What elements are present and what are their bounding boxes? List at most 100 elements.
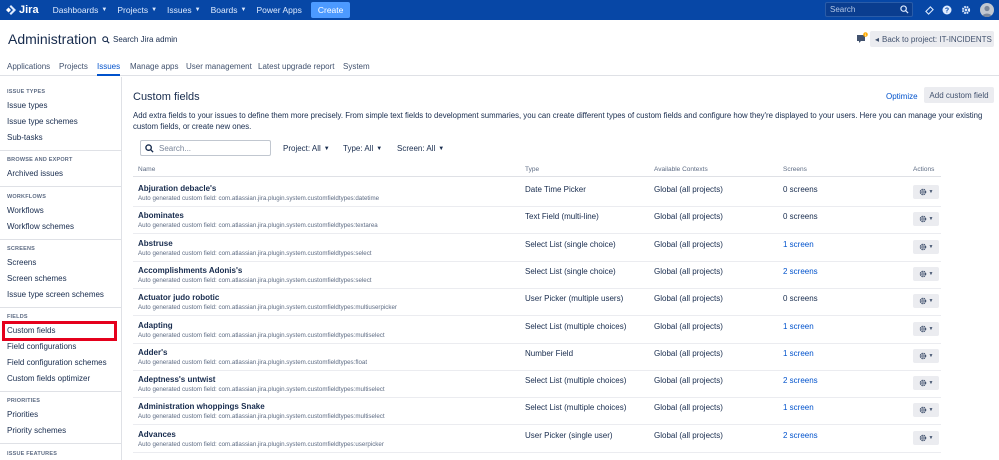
create-button[interactable]: Create: [310, 2, 351, 18]
gear-icon: [919, 243, 926, 250]
sidebar-item-field-configuration-schemes[interactable]: Field configuration schemes: [7, 358, 107, 367]
tab-user-management[interactable]: User management: [186, 62, 252, 76]
tab-system[interactable]: System: [343, 62, 370, 76]
nav-issues[interactable]: Issues ▼: [167, 5, 201, 15]
actions-menu-button[interactable]: ▼: [913, 239, 939, 254]
sidebar-divider: [0, 307, 121, 308]
field-screens[interactable]: 1 screen: [783, 403, 814, 412]
field-screens[interactable]: 2 screens: [783, 431, 818, 440]
nav-power-apps[interactable]: Power Apps: [256, 5, 301, 15]
field-name-link[interactable]: Accomplishments Adonis's: [138, 266, 242, 275]
jira-logo[interactable]: Jira: [6, 4, 39, 16]
table-row: Abjuration debacle's Auto generated custo…: [133, 180, 941, 207]
actions-menu-button[interactable]: ▼: [913, 185, 939, 199]
field-name-link[interactable]: Advances: [138, 430, 176, 439]
field-type: Select List (multiple choices): [525, 403, 627, 413]
sidebar-item-archived-issues[interactable]: Archived issues: [7, 169, 63, 178]
field-name-link[interactable]: Adapting: [138, 321, 173, 330]
tab-manage-apps[interactable]: Manage apps: [130, 62, 178, 76]
sidebar-item-issue-type-schemes[interactable]: Issue type schemes: [7, 117, 78, 126]
field-screens[interactable]: 2 screens: [783, 267, 818, 276]
sidebar-item-field-configurations[interactable]: Field configurations: [7, 342, 76, 351]
nav-boards[interactable]: Boards ▼: [211, 5, 247, 15]
sidebar-item-screen-schemes[interactable]: Screen schemes: [7, 274, 67, 283]
global-search-input[interactable]: Search: [825, 2, 913, 17]
gear-icon: [919, 379, 926, 387]
project-filter[interactable]: Project: All ▼: [283, 144, 330, 153]
field-screens[interactable]: 1 screen: [783, 349, 814, 358]
type-filter[interactable]: Type: All ▼: [343, 144, 382, 153]
admin-search[interactable]: Search Jira admin: [102, 35, 177, 44]
back-to-project-button[interactable]: ◂ Back to project: IT-INCIDENTS: [870, 31, 994, 47]
sidebar-item-custom-fields-optimizer[interactable]: Custom fields optimizer: [7, 374, 90, 383]
nav-dashboards[interactable]: Dashboards ▼: [53, 5, 108, 15]
actions-menu-button[interactable]: ▼: [913, 403, 939, 418]
field-contexts: Global (all projects): [654, 321, 723, 331]
chevron-down-icon: ▼: [151, 7, 158, 13]
chevron-down-icon: ▼: [928, 407, 934, 414]
field-screens[interactable]: 1 screen: [783, 322, 814, 331]
sidebar-item-issue-type-screen-schemes[interactable]: Issue type screen schemes: [7, 290, 104, 299]
table-row: Accomplishments Adonis's Auto generated c…: [133, 262, 941, 289]
sidebar-item-workflow-schemes[interactable]: Workflow schemes: [7, 222, 74, 231]
field-name-link[interactable]: Abominates: [138, 211, 184, 220]
actions-menu-button[interactable]: ▼: [913, 266, 939, 281]
actions-menu-button[interactable]: ▼: [913, 294, 939, 309]
actions-menu-button[interactable]: ▼: [913, 430, 939, 445]
table-row: Advances Auto generated custom field: com…: [133, 426, 941, 453]
table-header-divider: [133, 176, 941, 177]
gear-icon: [919, 188, 926, 196]
field-screens: 0 screens: [783, 294, 818, 304]
section-title: Custom fields: [133, 91, 200, 103]
field-name-link[interactable]: Adeptness's untwist: [138, 375, 215, 384]
table-row: Adder's Auto generated custom field: com.…: [133, 344, 941, 371]
chevron-down-icon: ▼: [240, 7, 247, 13]
sidebar-item-priorities[interactable]: Priorities: [7, 410, 38, 419]
optimize-link[interactable]: Optimize: [886, 92, 918, 101]
settings-gear-icon[interactable]: [960, 4, 972, 16]
actions-menu-button[interactable]: ▼: [913, 376, 939, 391]
gear-icon: [919, 352, 926, 360]
field-name-link[interactable]: Administration whoppings Snake: [138, 402, 265, 411]
tab-issues[interactable]: Issues: [97, 62, 121, 76]
chevron-down-icon: ▼: [438, 145, 445, 152]
column-header-contexts: Available Contexts: [654, 166, 708, 173]
field-screens: 0 screens: [783, 212, 818, 222]
feedback-icon[interactable]: 1: [856, 32, 868, 44]
jira-icon: [6, 5, 16, 15]
nav-projects[interactable]: Projects ▼: [117, 5, 157, 15]
tab-applications[interactable]: Applications: [7, 62, 50, 76]
help-icon[interactable]: ?: [941, 4, 953, 16]
field-name-link[interactable]: Abstruse: [138, 239, 173, 248]
tab-latest-upgrade-report[interactable]: Latest upgrade report: [258, 62, 335, 76]
sidebar-item-screens[interactable]: Screens: [7, 258, 36, 267]
table-row: Adapting Auto generated custom field: com…: [133, 317, 941, 344]
table-row: Abstruse Auto generated custom field: com…: [133, 235, 941, 262]
sidebar-divider: [0, 391, 121, 392]
chevron-down-icon: ▼: [928, 216, 934, 223]
field-description: Auto generated custom field: com.atlassi…: [138, 276, 372, 284]
sidebar-item-sub-tasks[interactable]: Sub-tasks: [7, 133, 43, 142]
actions-menu-button[interactable]: ▼: [913, 212, 939, 227]
field-type: Text Field (multi-line): [525, 212, 599, 222]
screen-filter[interactable]: Screen: All ▼: [397, 144, 444, 153]
field-type: Number Field: [525, 348, 574, 358]
field-screens[interactable]: 1 screen: [783, 240, 814, 249]
actions-menu-button[interactable]: ▼: [913, 321, 939, 336]
field-contexts: Global (all projects): [654, 430, 723, 440]
actions-menu-button[interactable]: ▼: [913, 348, 939, 363]
field-name-link[interactable]: Actuator judo robotic: [138, 293, 219, 302]
tab-projects[interactable]: Projects: [59, 62, 88, 76]
sidebar-item-priority-schemes[interactable]: Priority schemes: [7, 426, 66, 435]
field-search-input[interactable]: Search...: [140, 140, 271, 156]
sidebar-item-issue-types[interactable]: Issue types: [7, 101, 47, 110]
field-name-link[interactable]: Adder's: [138, 348, 167, 357]
field-name-link[interactable]: Abjuration debacle's: [138, 184, 216, 193]
add-custom-field-button[interactable]: Add custom field: [924, 87, 994, 103]
chevron-down-icon: ▼: [101, 7, 108, 13]
notifications-icon[interactable]: [923, 4, 935, 16]
user-avatar[interactable]: [980, 3, 994, 17]
sidebar-item-workflows[interactable]: Workflows: [7, 206, 44, 215]
field-type: Select List (single choice): [525, 266, 616, 276]
field-screens[interactable]: 2 screens: [783, 376, 818, 385]
